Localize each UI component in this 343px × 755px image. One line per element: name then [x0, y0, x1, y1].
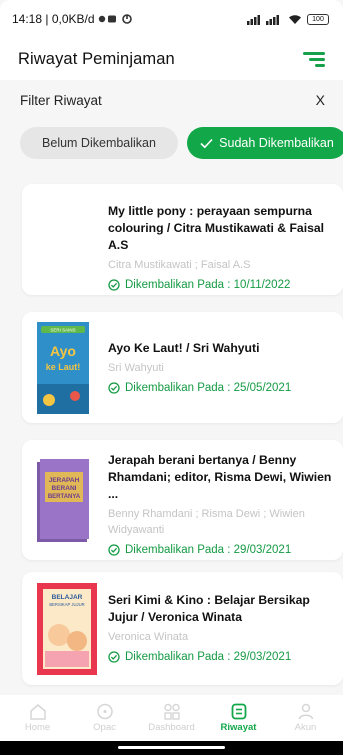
chip-belum-dikembalikan[interactable]: Belum Dikembalikan: [20, 127, 178, 159]
system-home-bar: [0, 741, 343, 755]
returned-date: Dikembalikan Pada : 29/03/2021: [108, 544, 333, 556]
cover-text: BERANI: [52, 485, 77, 492]
history-card[interactable]: JERAPAH BERANI BERTANYA Jerapah berani b…: [22, 440, 343, 560]
nav-riwayat[interactable]: Riwayat: [209, 703, 269, 733]
book-info: My little pony : perayaan sempurna colou…: [108, 203, 333, 291]
book-info: Seri Kimi & Kino : Belajar Bersikap Juju…: [108, 592, 333, 663]
book-authors: Benny Rhamdani ; Risma Dewi ; Wiwien Wid…: [108, 508, 305, 536]
filter-title: Filter Riwayat: [20, 92, 102, 108]
filter-close-button[interactable]: X: [316, 92, 325, 108]
history-card[interactable]: SERI SAINS Ayo ke Laut! Ayo Ke Laut! / S…: [22, 312, 343, 423]
book-authors: Citra Mustikawati ; Faisal A.S: [108, 259, 251, 271]
returned-date-text: Dikembalikan Pada : 29/03/2021: [125, 651, 292, 663]
book-info: Ayo Ke Laut! / Sri Wahyuti Sri Wahyuti D…: [108, 340, 333, 394]
book-title: Ayo Ke Laut! / Sri Wahyuti: [108, 341, 260, 355]
nav-opac[interactable]: Opac: [75, 703, 135, 733]
chip-sudah-dikembalikan[interactable]: Sudah Dikembalikan: [187, 127, 343, 159]
cover-text: BERTANYA: [48, 494, 81, 500]
cover-top-text: SERI SAINS: [50, 328, 75, 333]
signal-icon: [247, 14, 279, 25]
book-cover: JERAPAH BERANI BERTANYA: [37, 454, 91, 546]
app-bar: Riwayat Peminjaman: [0, 38, 343, 80]
returned-date-text: Dikembalikan Pada : 10/11/2022: [125, 279, 291, 291]
returned-date-text: Dikembalikan Pada : 25/05/2021: [125, 382, 292, 394]
returned-date-text: Dikembalikan Pada : 29/03/2021: [125, 544, 292, 556]
page-title: Riwayat Peminjaman: [18, 49, 175, 68]
chip-label: Sudah Dikembalikan: [219, 136, 334, 150]
cover-text: BELAJAR: [52, 594, 83, 601]
check-circle-icon: [108, 651, 120, 663]
status-bar: 14:18 | 0,0KB/d 100: [0, 0, 343, 38]
home-icon: [29, 704, 46, 720]
check-icon: [200, 138, 213, 148]
status-right: 100: [247, 13, 329, 25]
status-left: 14:18 | 0,0KB/d: [12, 12, 136, 26]
returned-date: Dikembalikan Pada : 25/05/2021: [108, 382, 333, 394]
returned-date: Dikembalikan Pada : 29/03/2021: [108, 651, 333, 663]
history-card[interactable]: BELAJAR BERSIKAP JUJUR Seri Kimi & Kino …: [22, 572, 343, 685]
nav-label: Dashboard: [148, 722, 195, 733]
book-title: Jerapah berani bertanya / Benny Rhamdani…: [108, 453, 332, 501]
nav-dashboard[interactable]: Dashboard: [142, 703, 202, 733]
book-authors: Sri Wahyuti: [108, 362, 164, 374]
cover-text: BERSIKAP JUJUR: [49, 602, 84, 607]
book-info: Jerapah berani bertanya / Benny Rhamdani…: [108, 452, 333, 556]
cover-text: ke Laut!: [46, 362, 81, 372]
history-icon: [231, 703, 246, 720]
person-icon: [298, 703, 313, 720]
nav-label: Akun: [294, 722, 317, 733]
returned-date: Dikembalikan Pada : 10/11/2022: [108, 279, 333, 291]
nav-akun[interactable]: Akun: [276, 703, 336, 733]
book-cover: BELAJAR BERSIKAP JUJUR: [37, 583, 97, 675]
filter-menu-icon[interactable]: [303, 51, 325, 67]
wifi-icon: [289, 14, 301, 24]
nav-label: Opac: [93, 722, 116, 733]
book-authors: Veronica Winata: [108, 631, 189, 643]
book-title: My little pony : perayaan sempurna colou…: [108, 204, 325, 252]
battery-icon: 100: [307, 13, 329, 25]
bottom-navigation: Home Opac Dashboard Riwayat Akun: [0, 695, 343, 741]
dashboard-icon: [163, 703, 180, 720]
notification-icons: [98, 14, 132, 24]
compass-icon: [96, 703, 113, 720]
book-title: Seri Kimi & Kino : Belajar Bersikap Juju…: [108, 593, 310, 624]
check-circle-icon: [108, 544, 120, 556]
check-circle-icon: [108, 279, 120, 291]
chip-label: Belum Dikembalikan: [42, 136, 156, 150]
book-cover: SERI SAINS Ayo ke Laut!: [37, 322, 91, 414]
filter-header: Filter Riwayat X: [0, 86, 343, 114]
nav-home[interactable]: Home: [8, 703, 68, 733]
cover-text: JERAPAH: [49, 477, 80, 484]
nav-label: Home: [24, 722, 51, 733]
nav-label: Riwayat: [220, 722, 257, 733]
cover-text: Ayo: [50, 343, 76, 359]
status-time: 14:18 | 0,0KB/d: [12, 12, 95, 26]
history-card[interactable]: My little pony : perayaan sempurna colou…: [22, 184, 343, 295]
check-circle-icon: [108, 382, 120, 394]
home-indicator[interactable]: [118, 746, 225, 749]
battery-level: 100: [312, 15, 324, 23]
